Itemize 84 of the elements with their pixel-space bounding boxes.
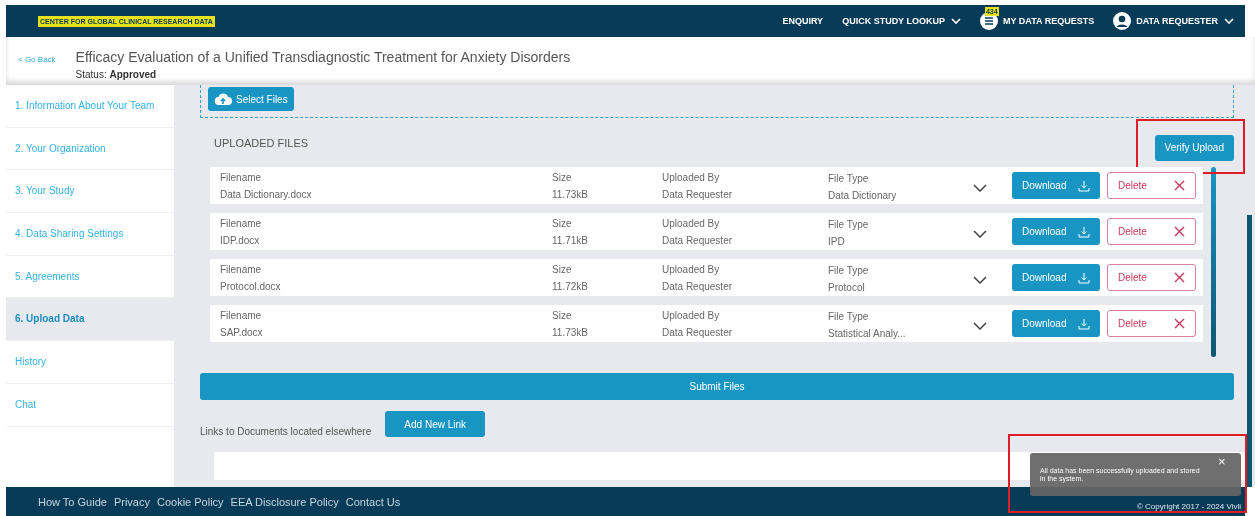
field-label: Filename: [220, 171, 263, 183]
sidebar-item[interactable]: 3. Your Study: [6, 170, 174, 214]
field-label: Size: [552, 263, 573, 275]
field-label: Uploaded By: [662, 171, 721, 183]
field-value: Data Requester: [662, 188, 734, 200]
field-value: Statistical Analy...: [828, 328, 907, 339]
field-value: 11.72kB: [552, 280, 589, 292]
close-button[interactable]: ×: [1218, 456, 1226, 468]
sidebar-item[interactable]: History: [6, 341, 174, 384]
delete-button[interactable]: Delete: [1107, 172, 1196, 199]
field-value: Protocol.docx: [220, 280, 282, 292]
footer-link[interactable]: EEA Disclosure Policy: [230, 495, 339, 508]
chevron-down-icon[interactable]: [973, 229, 987, 238]
download-icon: [1078, 179, 1090, 192]
copyright-text: © Copyright 2017 - 2024 Vivli: [1136, 502, 1241, 511]
scrollbar[interactable]: [1211, 167, 1216, 357]
field-label: Uploaded By: [662, 309, 721, 321]
sidebar-item[interactable]: Chat: [6, 383, 174, 427]
delete-button[interactable]: Delete: [1107, 218, 1196, 245]
footer-link[interactable]: Privacy: [113, 495, 150, 508]
field-value: Data Requester: [662, 280, 734, 292]
scrollbar[interactable]: [1247, 215, 1252, 487]
chevron-down-icon[interactable]: [973, 183, 987, 192]
field-label: File Type: [828, 311, 870, 322]
sidebar-item[interactable]: 6. Upload Data: [6, 298, 174, 342]
field-value: 11.73kB: [552, 188, 589, 200]
delete-button[interactable]: Delete: [1107, 264, 1196, 291]
delete-button[interactable]: Delete: [1107, 310, 1196, 337]
field-value: Data Requester: [662, 326, 734, 338]
field-value: 11.73kB: [552, 326, 589, 338]
download-icon: [1078, 271, 1090, 284]
download-icon: [1078, 225, 1090, 238]
field-label: Filename: [220, 309, 263, 321]
chevron-down-icon[interactable]: [973, 321, 987, 330]
footer-link[interactable]: How To Guide: [38, 495, 107, 508]
avatar-icon: [1113, 12, 1132, 30]
field-value: SAP.docx: [220, 326, 264, 338]
field-label: File Type: [828, 265, 870, 276]
footer-link[interactable]: Cookie Policy: [156, 495, 224, 508]
field-label: Size: [552, 171, 573, 183]
chevron-down-icon: [1224, 17, 1234, 25]
field-label: Filename: [220, 217, 263, 229]
back-link[interactable]: < Go Back: [18, 55, 56, 64]
field-value: Data Dictionary.docx: [220, 188, 313, 200]
download-button[interactable]: Download: [1012, 310, 1100, 337]
chevron-down-icon[interactable]: [973, 275, 987, 284]
select-files-button[interactable]: Select Files: [208, 87, 294, 111]
close-icon: [1174, 272, 1185, 283]
field-value: Data Requester: [662, 234, 734, 246]
download-button[interactable]: Download: [1012, 172, 1100, 199]
links-label: Links to Documents located elsewhere: [200, 425, 372, 437]
status-text: Status: Approved: [75, 69, 158, 80]
download-button[interactable]: Download: [1012, 218, 1100, 245]
field-label: Size: [552, 217, 573, 229]
field-label: Uploaded By: [662, 217, 721, 229]
field-label: File Type: [828, 219, 870, 230]
field-value: Data Dictionary: [828, 190, 898, 201]
chevron-down-icon: [950, 17, 961, 25]
close-icon: [1174, 318, 1185, 329]
close-icon: [1174, 226, 1185, 237]
nav-dropdown[interactable]: QUICK STUDY LOOKUP: [842, 16, 961, 26]
field-label: Uploaded By: [662, 263, 721, 275]
download-icon: [1078, 317, 1090, 330]
footer-link[interactable]: Contact Us: [345, 495, 401, 508]
sidebar-item[interactable]: 2. Your Organization: [6, 127, 174, 171]
verify-upload-button[interactable]: Verify Upload: [1154, 134, 1234, 161]
add-new-link-button[interactable]: Add New Link: [385, 411, 486, 437]
field-label: File Type: [828, 173, 870, 184]
close-icon: [1174, 180, 1185, 191]
field-label: Filename: [220, 263, 263, 275]
field-value: Protocol: [828, 282, 866, 293]
cloud-upload-icon: [214, 92, 232, 106]
field-label: Size: [552, 309, 573, 321]
section-title: UPLOADED FILES: [214, 137, 309, 149]
user-menu[interactable]: DATA REQUESTER: [1113, 12, 1234, 30]
nav-link[interactable]: ENQUIRY: [782, 16, 824, 26]
field-value: IDP.docx: [220, 234, 261, 246]
submit-files-button[interactable]: Submit Files: [200, 373, 1234, 400]
sidebar-item[interactable]: 1. Information About Your Team: [6, 85, 174, 128]
field-value: IPD: [828, 236, 846, 247]
download-button[interactable]: Download: [1012, 264, 1100, 291]
page-title: Efficacy Evaluation of a Unified Transdiagnostic Treatment for Anxiety Disorders: [75, 49, 571, 65]
sidebar-item[interactable]: 4. Data Sharing Settings: [6, 213, 174, 256]
field-value: 11.71kB: [552, 234, 589, 246]
